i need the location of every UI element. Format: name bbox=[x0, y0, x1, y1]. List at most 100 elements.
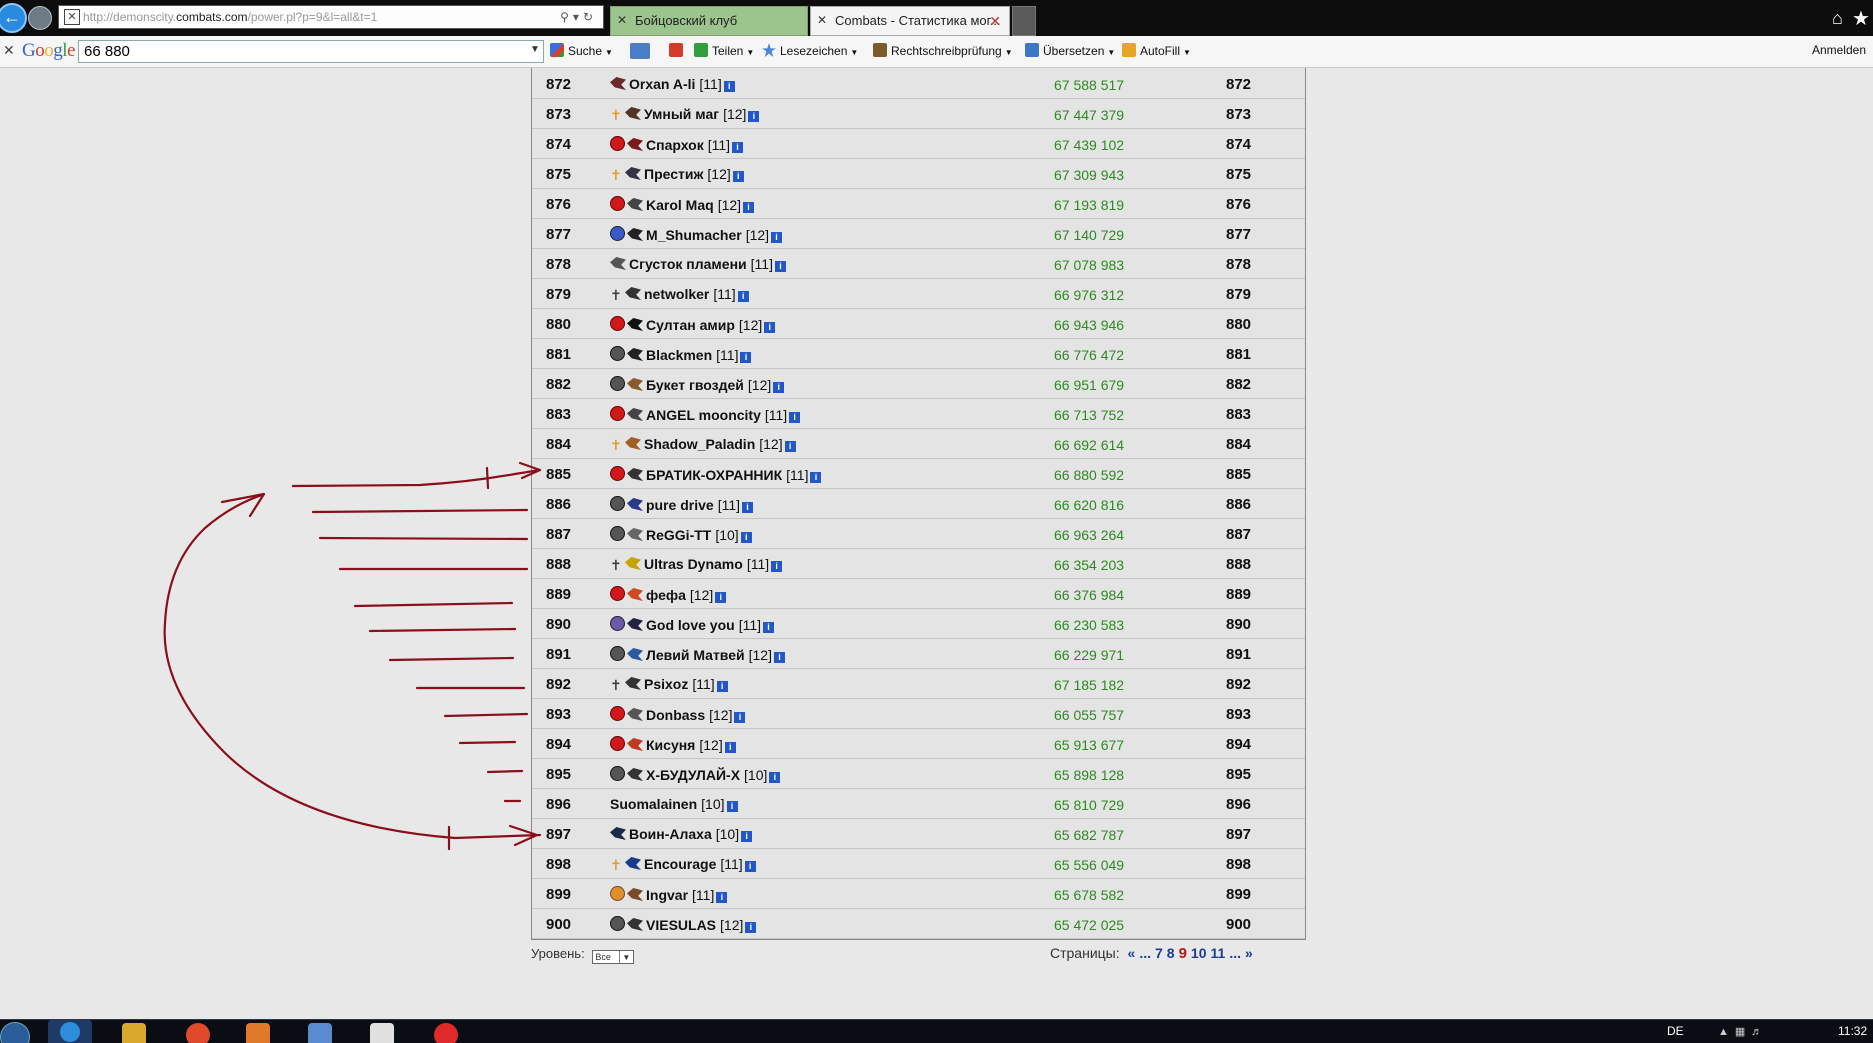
gplus-button[interactable] bbox=[669, 43, 687, 58]
page-link[interactable]: » bbox=[1245, 945, 1253, 961]
player-name-link[interactable]: Ingvar bbox=[646, 887, 688, 903]
player-name-link[interactable]: Suomalainen bbox=[610, 796, 697, 812]
player-info-icon[interactable]: i bbox=[771, 561, 783, 572]
chevron-down-icon[interactable]: ▼ bbox=[619, 951, 632, 963]
alignment-icon[interactable] bbox=[610, 916, 625, 931]
level-select[interactable]: Все ▼ bbox=[592, 950, 635, 964]
clan-emblem-icon[interactable] bbox=[625, 557, 641, 570]
player-info-icon[interactable]: i bbox=[810, 472, 822, 483]
player-info-icon[interactable]: i bbox=[737, 291, 749, 302]
player-info-icon[interactable]: i bbox=[740, 532, 752, 543]
alignment-icon[interactable]: ✝ bbox=[610, 288, 623, 302]
alignment-icon[interactable] bbox=[610, 316, 625, 331]
player-info-icon[interactable]: i bbox=[742, 502, 754, 513]
clan-emblem-icon[interactable] bbox=[627, 318, 643, 331]
player-info-icon[interactable]: i bbox=[741, 831, 753, 842]
bookmarks-button[interactable]: Lesezeichen ▼ bbox=[762, 43, 858, 58]
alignment-icon[interactable] bbox=[610, 646, 625, 661]
clan-emblem-icon[interactable] bbox=[627, 528, 643, 541]
player-info-icon[interactable]: i bbox=[771, 232, 783, 243]
page-link[interactable]: « bbox=[1128, 945, 1136, 961]
volume-icon[interactable]: ♬ bbox=[1751, 1026, 1768, 1038]
alignment-icon[interactable] bbox=[610, 466, 625, 481]
alignment-icon[interactable] bbox=[610, 886, 625, 901]
clan-emblem-icon[interactable] bbox=[610, 257, 626, 270]
tab-fight-club[interactable]: ✕ Бойцовский клуб bbox=[610, 6, 808, 36]
chrome-icon[interactable] bbox=[186, 1023, 210, 1043]
alignment-icon[interactable] bbox=[610, 226, 625, 241]
alignment-icon[interactable] bbox=[610, 346, 625, 361]
player-name-link[interactable]: Кисуня bbox=[646, 737, 695, 753]
player-name-link[interactable]: Ultras Dynamo bbox=[644, 556, 743, 572]
player-name-link[interactable]: Сгусток пламени bbox=[629, 256, 747, 272]
clan-emblem-icon[interactable] bbox=[627, 198, 643, 211]
taskbar-ie-button[interactable] bbox=[48, 1020, 92, 1043]
player-info-icon[interactable]: i bbox=[773, 382, 785, 393]
tray-language[interactable]: DE bbox=[1667, 1024, 1684, 1038]
new-tab-button[interactable] bbox=[1012, 6, 1036, 36]
player-info-icon[interactable]: i bbox=[723, 81, 735, 92]
player-name-link[interactable]: фефа bbox=[646, 587, 686, 603]
alignment-icon[interactable] bbox=[610, 526, 625, 541]
page-link[interactable]: ... bbox=[1139, 945, 1151, 961]
refresh-icon[interactable]: ↻ bbox=[583, 10, 597, 24]
player-name-link[interactable]: VIESULAS bbox=[646, 917, 716, 933]
player-name-link[interactable]: God love you bbox=[646, 617, 735, 633]
player-name-link[interactable]: БРАТИК-ОХРАННИК bbox=[646, 467, 782, 483]
player-info-icon[interactable]: i bbox=[716, 681, 728, 692]
search-input[interactable] bbox=[78, 40, 544, 63]
clan-emblem-icon[interactable] bbox=[625, 857, 641, 870]
yandex-browser-icon[interactable] bbox=[434, 1023, 458, 1043]
forward-button[interactable] bbox=[28, 6, 52, 30]
player-info-icon[interactable]: i bbox=[745, 922, 757, 933]
address-tools[interactable]: ⚲▾↻ bbox=[560, 6, 597, 28]
clan-emblem-icon[interactable] bbox=[625, 677, 641, 690]
dropdown-arrow-icon[interactable]: ▾ bbox=[573, 10, 583, 24]
clan-emblem-icon[interactable] bbox=[610, 827, 626, 840]
tab-combats-stats[interactable]: ✕ Combats - Статистика мог... ✕ bbox=[810, 6, 1010, 36]
alignment-icon[interactable] bbox=[610, 406, 625, 421]
player-info-icon[interactable]: i bbox=[784, 441, 796, 452]
clan-emblem-icon[interactable] bbox=[627, 348, 643, 361]
player-name-link[interactable]: ANGEL mooncity bbox=[646, 407, 761, 423]
clan-emblem-icon[interactable] bbox=[625, 107, 641, 120]
player-info-icon[interactable]: i bbox=[743, 202, 755, 213]
player-name-link[interactable]: Karol Maq bbox=[646, 197, 714, 213]
player-name-link[interactable]: Воин-Алаха bbox=[629, 826, 712, 842]
close-toolbar-icon[interactable]: ✕ bbox=[3, 42, 15, 59]
player-info-icon[interactable]: i bbox=[724, 742, 736, 753]
player-name-link[interactable]: Donbass bbox=[646, 707, 705, 723]
player-name-link[interactable]: Султан амир bbox=[646, 317, 735, 333]
alignment-icon[interactable] bbox=[610, 706, 625, 721]
player-name-link[interactable]: Shadow_Paladin bbox=[644, 436, 755, 452]
tray-arrow-icon[interactable]: ▲ bbox=[1718, 1026, 1735, 1038]
home-icon[interactable]: ⌂ bbox=[1832, 8, 1843, 29]
player-name-link[interactable]: pure drive bbox=[646, 497, 714, 513]
share-button[interactable]: Teilen ▼ bbox=[694, 43, 754, 58]
clan-emblem-icon[interactable] bbox=[625, 437, 641, 450]
player-info-icon[interactable]: i bbox=[732, 142, 744, 153]
player-info-icon[interactable]: i bbox=[748, 111, 760, 122]
clan-emblem-icon[interactable] bbox=[627, 138, 643, 151]
spellcheck-button[interactable]: Rechtschreibprüfung ▼ bbox=[873, 43, 1013, 58]
tray-clock[interactable]: 11:32 bbox=[1838, 1024, 1867, 1038]
clan-emblem-icon[interactable] bbox=[627, 888, 643, 901]
close-tab-icon[interactable]: ✕ bbox=[989, 7, 1001, 35]
clan-emblem-icon[interactable] bbox=[627, 918, 643, 931]
clan-emblem-icon[interactable] bbox=[627, 618, 643, 631]
clan-emblem-icon[interactable] bbox=[627, 228, 643, 241]
search-button[interactable]: Suche ▼ bbox=[550, 43, 613, 58]
player-info-icon[interactable]: i bbox=[740, 352, 752, 363]
player-name-link[interactable]: Спархок bbox=[646, 137, 704, 153]
translate-button[interactable]: Übersetzen ▼ bbox=[1025, 43, 1115, 58]
clan-emblem-icon[interactable] bbox=[627, 498, 643, 511]
network-icon[interactable]: ▦ bbox=[1735, 1026, 1751, 1038]
player-info-icon[interactable]: i bbox=[789, 412, 801, 423]
player-info-icon[interactable]: i bbox=[715, 592, 727, 603]
page-link[interactable]: 10 bbox=[1191, 945, 1207, 961]
player-info-icon[interactable]: i bbox=[769, 772, 781, 783]
player-name-link[interactable]: Букет гвоздей bbox=[646, 377, 744, 393]
odnoklassniki-icon[interactable] bbox=[370, 1023, 394, 1043]
player-info-icon[interactable]: i bbox=[774, 261, 786, 272]
alignment-icon[interactable] bbox=[610, 766, 625, 781]
